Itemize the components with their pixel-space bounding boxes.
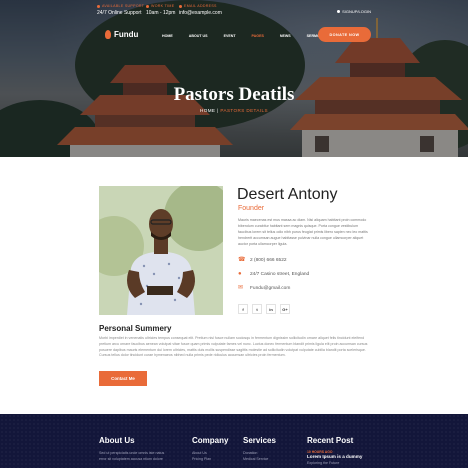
pastor-photo: [99, 186, 223, 315]
hours-info: Work Time 10am - 12pm: [146, 4, 175, 16]
donate-now-button[interactable]: DONATE NOW: [318, 27, 371, 42]
support-info: Available Support 24/7 Online Support: [97, 4, 144, 16]
linkedin-icon[interactable]: in: [266, 304, 276, 314]
support-value: 24/7 Online Support: [97, 10, 142, 16]
social-links: f t in G+: [238, 304, 290, 314]
email-label: Email Address: [184, 4, 217, 8]
recent-post-subtitle[interactable]: Exploring the Future: [307, 460, 362, 466]
email-info: Email Address info@example.com: [179, 4, 222, 16]
logo-text: Fundu: [114, 30, 139, 39]
hero-banner: Available Support 24/7 Online Support Wo…: [0, 0, 468, 157]
nav-menu: HOME ABOUT US EVENT PAGES NEWS SERMONS: [162, 34, 325, 38]
footer-link-pricing[interactable]: Pricing Plan: [192, 456, 228, 462]
hero-overlay: [0, 0, 468, 157]
breadcrumb-home[interactable]: HOME: [200, 108, 215, 113]
top-info-bar: Available Support 24/7 Online Support Wo…: [97, 4, 371, 22]
phone-row: ☎ 2 (800) 666 6522: [238, 257, 287, 263]
footer-company-title: Company: [192, 436, 229, 445]
contact-me-button[interactable]: Contact Me: [99, 371, 147, 386]
footer-company: Company About Us Pricing Plan: [192, 436, 228, 462]
twitter-icon[interactable]: t: [252, 304, 262, 314]
envelope-icon: ✉: [238, 285, 244, 291]
breadcrumb-current: PASTORS DETAILS: [220, 108, 268, 113]
footer-services: Services Donation Medical Service: [243, 436, 276, 462]
footer-about: About Us Sed ut perspiciatis unde omnis …: [99, 436, 164, 462]
facebook-icon[interactable]: f: [238, 304, 248, 314]
pastor-name: Desert Antony: [237, 186, 338, 203]
pastor-bio: Mauris maecenas est mus massa ac diam. N…: [238, 218, 368, 246]
address-value: 24/7 Casino street, England: [250, 271, 310, 277]
footer-about-line: error sit voluptatem accusa ntium dolore: [99, 457, 163, 461]
clock-icon: [146, 4, 149, 8]
nav-item-event[interactable]: EVENT: [224, 34, 236, 38]
pastor-portrait-image: [99, 186, 223, 315]
page-title: Pastors Deatils: [173, 84, 295, 105]
user-icon: [337, 10, 341, 13]
logo-flame-icon: [105, 30, 111, 39]
footer-link-medical[interactable]: Medical Service: [243, 456, 276, 462]
phone-icon: ☎: [238, 257, 246, 263]
footer-recent-post: Recent Post 10 HOURS AGO Lorem Ipsum is …: [307, 436, 362, 466]
site-footer: About Us Sed ut perspiciatis unde omnis …: [0, 414, 468, 468]
nav-item-home[interactable]: HOME: [162, 34, 173, 38]
footer-services-title: Services: [243, 436, 276, 445]
summary-heading: Personal Summery: [99, 324, 172, 333]
summary-text: Morbi imperdiet in venenatis ultricies t…: [99, 336, 368, 358]
signup-login-link[interactable]: SIGNUP/LOGIN: [337, 9, 371, 14]
main-navbar: Fundu HOME ABOUT US EVENT PAGES NEWS SER…: [97, 27, 371, 47]
nav-item-news[interactable]: NEWS: [280, 34, 291, 38]
location-pin-icon: ●: [238, 271, 242, 277]
footer-about-title: About Us: [99, 436, 135, 445]
nav-item-about[interactable]: ABOUT US: [189, 34, 208, 38]
nav-item-pages[interactable]: PAGES: [252, 34, 264, 38]
footer-recent-title: Recent Post: [307, 436, 354, 445]
address-row: ● 24/7 Casino street, England: [238, 271, 309, 277]
phone-value[interactable]: 2 (800) 666 6522: [250, 258, 287, 263]
hours-value: 10am - 12pm: [146, 10, 176, 16]
breadcrumb: HOME | PASTORS DETAILS: [0, 108, 468, 113]
signup-login-label: SIGNUP/LOGIN: [342, 9, 371, 14]
support-icon: [97, 4, 100, 8]
email-value[interactable]: info@example.com: [179, 10, 222, 16]
hours-label: Work Time: [151, 4, 175, 8]
logo[interactable]: Fundu: [105, 30, 138, 39]
google-plus-icon[interactable]: G+: [280, 304, 290, 314]
pastor-role: Founder: [238, 205, 265, 212]
email-row: ✉ Fundu@gmail.com: [238, 285, 290, 291]
email-address-value[interactable]: Fundu@gmail.com: [250, 286, 290, 291]
support-label: Available Support: [102, 4, 145, 8]
mail-icon: [179, 4, 182, 8]
